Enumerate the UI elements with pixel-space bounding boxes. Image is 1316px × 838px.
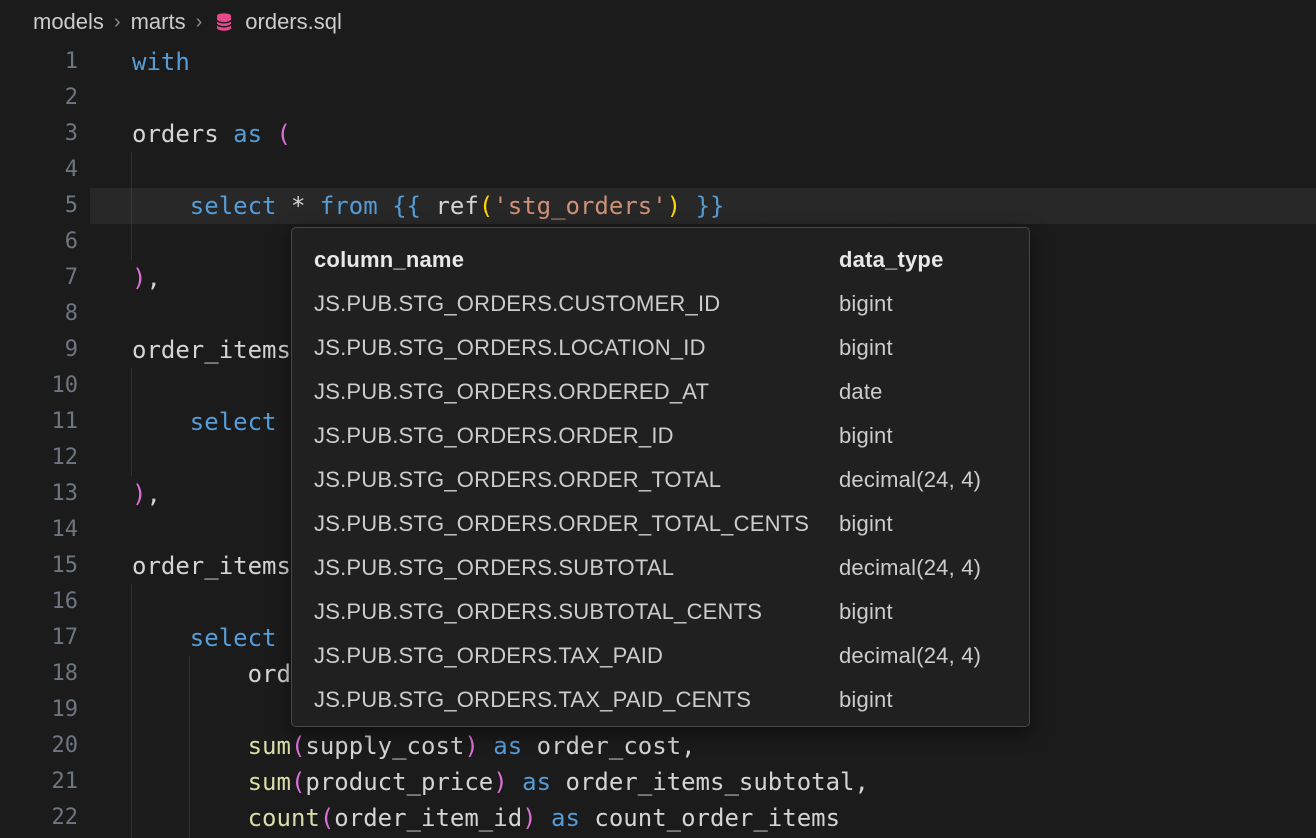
code-text: order_items — [132, 548, 291, 584]
cell-column-name: JS.PUB.STG_ORDERS.ORDER_TOTAL — [314, 467, 839, 493]
database-icon — [214, 12, 234, 32]
line-number: 20 — [0, 728, 78, 764]
popup-header: column_name data_type — [292, 238, 1029, 282]
column-info-popup: column_name data_type JS.PUB.STG_ORDERS.… — [291, 227, 1030, 727]
cell-column-name: JS.PUB.STG_ORDERS.SUBTOTAL_CENTS — [314, 599, 839, 625]
line-number: 17 — [0, 620, 78, 656]
cell-data-type: bigint — [839, 291, 1029, 317]
cell-data-type: date — [839, 379, 1029, 405]
line-number: 19 — [0, 692, 78, 728]
cell-column-name: JS.PUB.STG_ORDERS.LOCATION_ID — [314, 335, 839, 361]
breadcrumb-item-file[interactable]: orders.sql — [245, 9, 342, 35]
table-row: JS.PUB.STG_ORDERS.ORDER_IDbigint — [292, 414, 1029, 458]
code-line[interactable]: 1 with — [0, 44, 1316, 80]
table-row: JS.PUB.STG_ORDERS.CUSTOMER_IDbigint — [292, 282, 1029, 326]
code-text: sum(supply_cost) as order_cost, — [132, 728, 696, 764]
cell-column-name: JS.PUB.STG_ORDERS.ORDER_TOTAL_CENTS — [314, 511, 839, 537]
cell-data-type: bigint — [839, 687, 1029, 713]
code-text: select * from {{ ref('stg_orders') }} — [132, 188, 724, 224]
cell-column-name: JS.PUB.STG_ORDERS.ORDER_ID — [314, 423, 839, 449]
chevron-right-icon: › — [195, 11, 204, 34]
line-number: 22 — [0, 800, 78, 836]
table-row: JS.PUB.STG_ORDERS.LOCATION_IDbigint — [292, 326, 1029, 370]
breadcrumb-item-models[interactable]: models — [33, 9, 104, 35]
line-number: 1 — [0, 44, 78, 80]
cell-data-type: bigint — [839, 335, 1029, 361]
cell-column-name: JS.PUB.STG_ORDERS.ORDERED_AT — [314, 379, 839, 405]
code-line[interactable]: 22 count(order_item_id) as count_order_i… — [0, 800, 1316, 836]
line-number: 11 — [0, 404, 78, 440]
code-text: ord — [132, 656, 291, 692]
line-number: 13 — [0, 476, 78, 512]
cell-data-type: decimal(24, 4) — [839, 555, 1029, 581]
line-number: 15 — [0, 548, 78, 584]
line-number: 6 — [0, 224, 78, 260]
code-text: order_items — [132, 332, 291, 368]
line-number: 9 — [0, 332, 78, 368]
code-line[interactable]: 4 — [0, 152, 1316, 188]
line-number: 18 — [0, 656, 78, 692]
line-number: 7 — [0, 260, 78, 296]
code-line[interactable]: 20 sum(supply_cost) as order_cost, — [0, 728, 1316, 764]
line-number: 4 — [0, 152, 78, 188]
code-line[interactable]: 21 sum(product_price) as order_items_sub… — [0, 764, 1316, 800]
line-number: 8 — [0, 296, 78, 332]
code-text: select — [132, 620, 277, 656]
code-text: sum(product_price) as order_items_subtot… — [132, 764, 869, 800]
popup-header-data-type: data_type — [839, 247, 1029, 273]
popup-table-body: JS.PUB.STG_ORDERS.CUSTOMER_IDbigintJS.PU… — [292, 282, 1029, 722]
line-number: 2 — [0, 80, 78, 116]
line-number: 21 — [0, 764, 78, 800]
cell-column-name: JS.PUB.STG_ORDERS.SUBTOTAL — [314, 555, 839, 581]
cell-data-type: decimal(24, 4) — [839, 467, 1029, 493]
table-row: JS.PUB.STG_ORDERS.ORDERED_ATdate — [292, 370, 1029, 414]
table-row: JS.PUB.STG_ORDERS.SUBTOTALdecimal(24, 4) — [292, 546, 1029, 590]
code-line[interactable]: 5 select * from {{ ref('stg_orders') }} — [0, 188, 1316, 224]
line-number: 12 — [0, 440, 78, 476]
indent-guide — [131, 368, 132, 476]
line-number: 16 — [0, 584, 78, 620]
indent-guide — [189, 656, 190, 838]
table-row: JS.PUB.STG_ORDERS.TAX_PAID_CENTSbigint — [292, 678, 1029, 722]
code-line[interactable]: 3 orders as ( — [0, 116, 1316, 152]
code-text: orders as ( — [132, 116, 291, 152]
cell-column-name: JS.PUB.STG_ORDERS.CUSTOMER_ID — [314, 291, 839, 317]
chevron-right-icon: › — [113, 11, 122, 34]
cell-data-type: bigint — [839, 423, 1029, 449]
code-text: ), — [132, 476, 161, 512]
line-number: 5 — [0, 188, 78, 224]
line-number: 10 — [0, 368, 78, 404]
code-text: ), — [132, 260, 161, 296]
table-row: JS.PUB.STG_ORDERS.TAX_PAIDdecimal(24, 4) — [292, 634, 1029, 678]
cell-data-type: decimal(24, 4) — [839, 643, 1029, 669]
code-text: select — [132, 404, 277, 440]
popup-header-column-name: column_name — [314, 247, 839, 273]
breadcrumb-item-marts[interactable]: marts — [131, 9, 186, 35]
indent-guide — [131, 152, 132, 260]
table-row: JS.PUB.STG_ORDERS.ORDER_TOTALdecimal(24,… — [292, 458, 1029, 502]
code-line[interactable]: 2 — [0, 80, 1316, 116]
cell-column-name: JS.PUB.STG_ORDERS.TAX_PAID_CENTS — [314, 687, 839, 713]
indent-guide — [131, 584, 132, 838]
editor[interactable]: 1 with 23 orders as ( 45 select * from {{ re… — [0, 44, 1316, 838]
line-number: 14 — [0, 512, 78, 548]
breadcrumb: models › marts › orders.sql — [0, 0, 1316, 44]
cell-column-name: JS.PUB.STG_ORDERS.TAX_PAID — [314, 643, 839, 669]
cell-data-type: bigint — [839, 511, 1029, 537]
code-text: count(order_item_id) as count_order_item… — [132, 800, 840, 836]
line-number: 3 — [0, 116, 78, 152]
code-text: with — [132, 44, 190, 80]
cell-data-type: bigint — [839, 599, 1029, 625]
table-row: JS.PUB.STG_ORDERS.SUBTOTAL_CENTSbigint — [292, 590, 1029, 634]
table-row: JS.PUB.STG_ORDERS.ORDER_TOTAL_CENTSbigin… — [292, 502, 1029, 546]
